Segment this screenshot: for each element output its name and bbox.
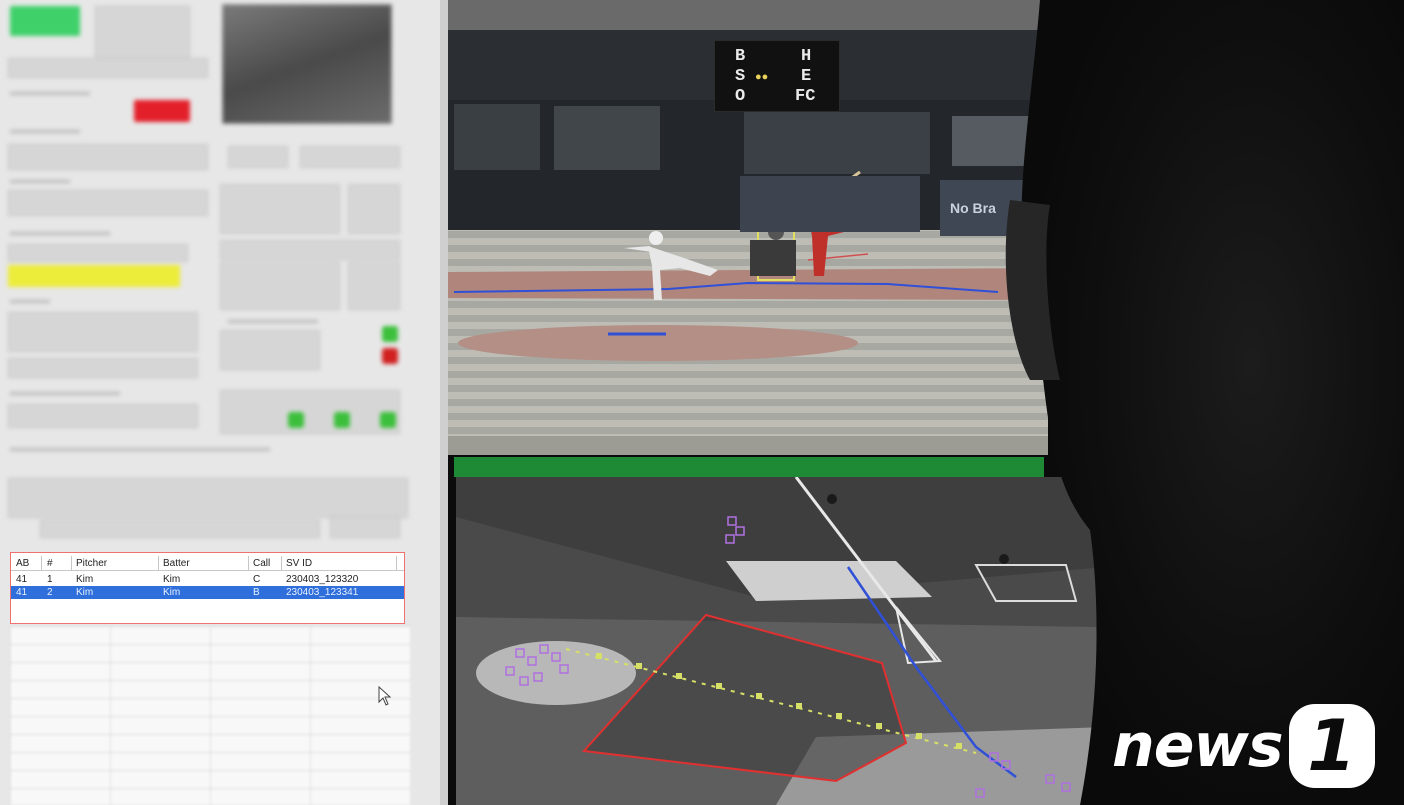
- broadcast-camera-view: B S O ●● H E FC No Bra: [448, 0, 1048, 455]
- cell-batter: Kim: [163, 587, 181, 598]
- table-row-selected[interactable]: 41 2 Kim Kim B 230403_123341: [11, 586, 404, 599]
- scoreboard-fc-label: FC: [795, 87, 816, 106]
- column-header-ab[interactable]: AB: [16, 558, 29, 569]
- cell-call: C: [253, 574, 261, 585]
- option-row[interactable]: [8, 144, 208, 170]
- value-box: [220, 262, 340, 310]
- cell-sv-id: 230403_123320: [286, 574, 359, 585]
- watermark-text: news: [1112, 711, 1284, 781]
- panel-divider[interactable]: [440, 0, 448, 805]
- column-header-batter[interactable]: Batter: [163, 558, 190, 569]
- value-box: [348, 262, 400, 310]
- column-header-pitcher[interactable]: Pitcher: [76, 558, 107, 569]
- ad-board: [740, 176, 920, 232]
- count-lights: ●●: [755, 71, 769, 83]
- action-button[interactable]: [330, 516, 400, 538]
- cell-number: 2: [47, 587, 53, 598]
- view-status-strip: [454, 457, 1044, 477]
- ad-board-text: No Bra: [940, 180, 1048, 236]
- status-dot-green: [288, 412, 304, 428]
- option-group[interactable]: [8, 312, 198, 352]
- cell-pitcher: Kim: [76, 587, 94, 598]
- highlight-field[interactable]: [8, 265, 180, 287]
- pitch-log-table: AB # Pitcher Batter Call SV ID 41 1 Kim …: [10, 552, 405, 624]
- cell-number: 1: [47, 574, 53, 585]
- cell-batter: Kim: [163, 574, 181, 585]
- scoreboard-ball-label: B: [735, 47, 746, 66]
- scoreboard-out-label: O: [735, 87, 746, 106]
- cell-sv-id: 230403_123341: [286, 587, 359, 598]
- field-tracking-diagram: [456, 477, 1106, 805]
- tracking-top-view: [456, 477, 1106, 805]
- table-row[interactable]: 41 1 Kim Kim C 230403_123320: [11, 573, 404, 586]
- dropdown[interactable]: [220, 240, 400, 260]
- cell-pitcher: Kim: [76, 574, 94, 585]
- option-row[interactable]: [8, 358, 198, 378]
- value-box: [220, 330, 320, 370]
- value-box: [348, 184, 400, 234]
- mouse-pointer-icon: [378, 686, 392, 706]
- status-dot-red: [382, 348, 398, 364]
- cell-ab: 41: [16, 574, 28, 585]
- option-row[interactable]: [8, 190, 208, 216]
- input-field[interactable]: [8, 244, 188, 262]
- scoreboard-hit-label: H: [801, 47, 812, 66]
- empty-table-grid: [10, 626, 410, 805]
- scoreboard-strike-label: S: [735, 67, 746, 86]
- status-dot-green: [382, 326, 398, 342]
- column-header-call[interactable]: Call: [253, 558, 270, 569]
- column-header-number[interactable]: #: [47, 558, 53, 569]
- info-strip: [8, 478, 408, 518]
- cell-call: B: [253, 587, 260, 598]
- settings-button[interactable]: [8, 58, 208, 78]
- status-dot-green: [380, 412, 396, 428]
- dropdown[interactable]: [8, 404, 198, 428]
- scoreboard-error-label: E: [801, 67, 812, 86]
- watermark-badge: 1: [1288, 704, 1375, 788]
- column-header-sv-id[interactable]: SV ID: [286, 558, 312, 569]
- news1-watermark: news 1: [1112, 704, 1375, 788]
- status-indicator-red[interactable]: [134, 100, 190, 122]
- action-button[interactable]: [228, 146, 288, 168]
- action-button[interactable]: [300, 146, 400, 168]
- settings-area: [0, 0, 445, 545]
- settings-box: [95, 6, 190, 60]
- table-header: AB # Pitcher Batter Call SV ID: [11, 556, 404, 571]
- cell-ab: 41: [16, 587, 28, 598]
- camera-thumbnail: [222, 4, 392, 124]
- input-field[interactable]: [40, 520, 320, 538]
- status-dot-green: [334, 412, 350, 428]
- scoreboard: B S O ●● H E FC: [714, 40, 840, 112]
- value-box: [220, 184, 340, 234]
- tracking-app-panel: AB # Pitcher Batter Call SV ID 41 1 Kim …: [0, 0, 445, 805]
- status-indicator-green[interactable]: [10, 6, 80, 36]
- option-group: [220, 390, 400, 434]
